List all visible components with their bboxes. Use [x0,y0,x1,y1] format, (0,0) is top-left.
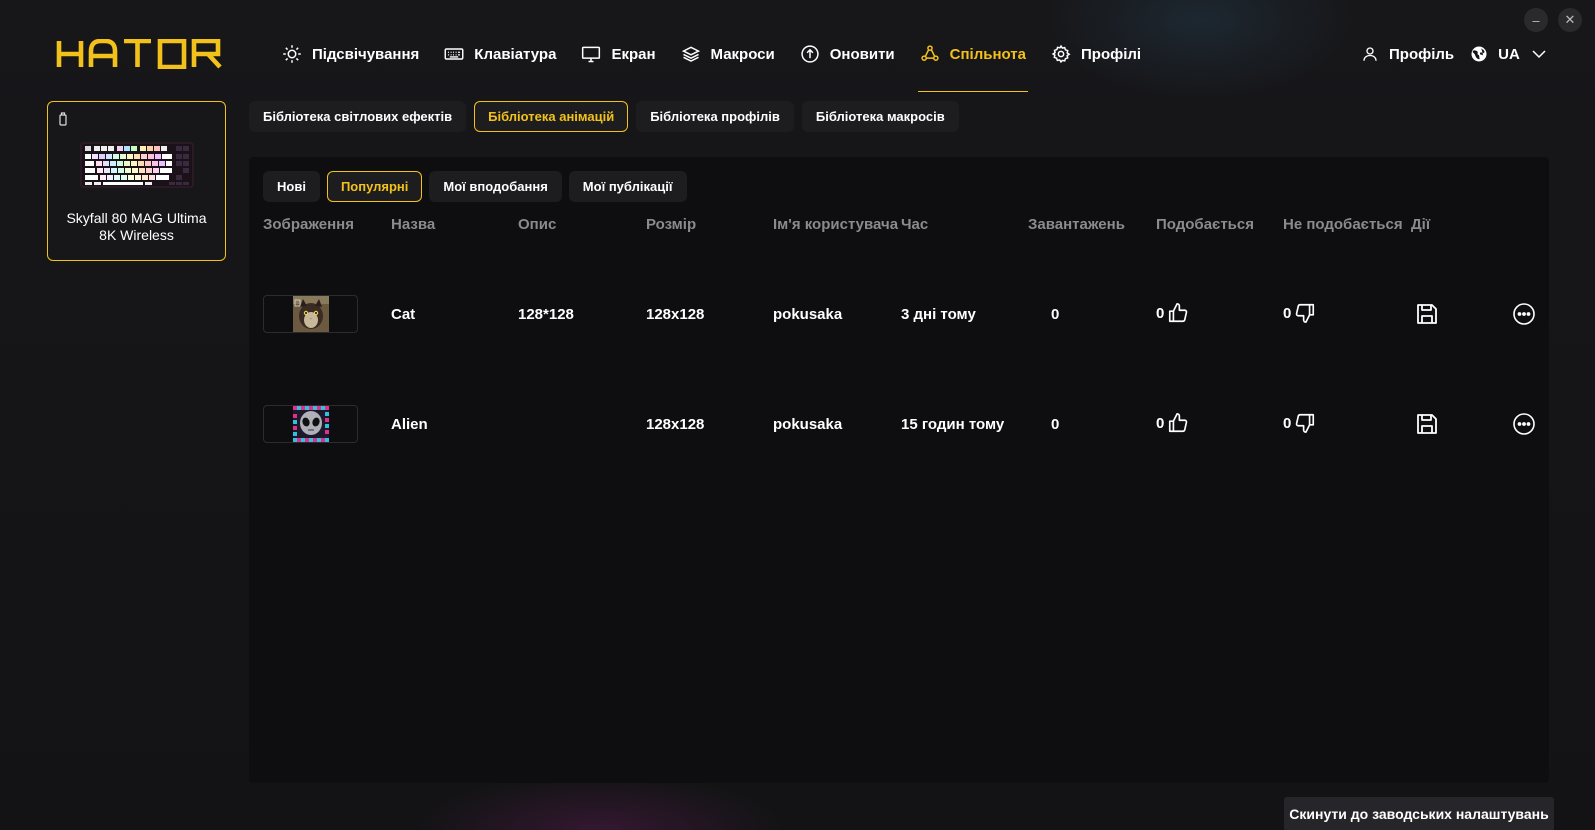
filter-tabs: Нові Популярні Мої вподобання Мої публік… [263,171,687,202]
monitor-icon [582,46,601,63]
device-card[interactable]: Skyfall 80 MAG Ultima 8K Wireless [47,101,226,261]
nav-lighting[interactable]: Підсвічування [282,40,419,92]
tab-animation-library[interactable]: Бібліотека анімацій [474,101,629,132]
minimize-button[interactable]: – [1524,8,1548,32]
like-button[interactable]: 0 [1156,302,1189,324]
nav-community[interactable]: Спільнота [917,40,1029,92]
more-options-icon[interactable] [1512,412,1536,436]
thumbs-up-icon [1169,413,1188,433]
profile-button[interactable]: Профіль [1361,45,1454,63]
usb-dongle-icon [59,112,67,126]
animation-user: pokusaka [773,306,843,323]
animation-thumbnail [263,405,358,443]
col-size: Розмір [646,216,697,233]
thumbs-down-icon [1296,303,1315,323]
nav-keyboard-label: Клавіатура [474,46,557,63]
dislikes-count: 0 [1283,414,1292,432]
animation-user: pokusaka [773,416,843,433]
col-username: Ім'я користувача [773,216,899,233]
animation-time: 3 дні тому [901,306,976,323]
reset-factory-button[interactable]: Скинути до заводських налаштувань [1284,797,1554,830]
like-button[interactable]: 0 [1156,412,1189,434]
col-downloads: Завантажень [1028,216,1125,233]
sun-icon [283,45,301,63]
gear-icon [1051,44,1071,64]
col-dislikes: Не подобається [1283,216,1403,233]
tab-lighting-library[interactable]: Бібліотека світлових ефектів [249,101,467,132]
animation-size: 128x128 [646,306,705,323]
nav-profiles[interactable]: Профілі [1051,40,1141,92]
filter-my-publications[interactable]: Мої публікації [568,171,687,202]
col-likes: Подобається [1156,216,1254,233]
app-window: – ✕ Підсвічування Клавіатура Екран Макро… [0,0,1595,830]
col-description: Опис [518,216,557,233]
tab-macro-library[interactable]: Бібліотека макросів [801,101,959,132]
keyboard-icon [444,48,464,60]
animation-downloads: 0 [1051,306,1060,323]
animation-name: Alien [391,416,428,433]
nav-profiles-label: Профілі [1081,46,1142,63]
cat-image [292,296,329,332]
col-time: Час [901,216,929,233]
save-icon[interactable] [1415,302,1439,326]
user-icon [1363,47,1377,61]
device-name: Skyfall 80 MAG Ultima 8K Wireless [66,210,207,243]
filter-popular[interactable]: Популярні [326,171,423,202]
header-right: Профіль UA [1361,45,1548,63]
nav-community-label: Спільнота [949,46,1026,63]
hator-logo [56,39,222,69]
nav-update-label: Оновити [829,46,895,63]
library-panel: Нові Популярні Мої вподобання Мої публік… [249,157,1549,783]
nav-screen[interactable]: Екран [581,40,656,92]
upload-circle-icon [801,45,819,63]
save-icon[interactable] [1415,412,1439,436]
filter-new[interactable]: Нові [263,171,320,202]
likes-count: 0 [1156,414,1165,432]
dislike-button[interactable]: 0 [1283,302,1316,324]
alien-image [292,406,329,442]
animation-downloads: 0 [1051,416,1060,433]
nav-macros-label: Макроси [710,46,775,63]
dislikes-count: 0 [1283,304,1292,322]
col-actions: Дії [1411,216,1431,233]
main-nav: Підсвічування Клавіатура Екран Макроси О… [282,40,1166,92]
dislike-button[interactable]: 0 [1283,412,1316,434]
keyboard-image [79,142,194,188]
more-options-icon[interactable] [1512,302,1536,326]
layers-icon [681,46,700,62]
col-name: Назва [391,216,436,233]
table-row[interactable]: Cat 128*128 128x128 pokusaka 3 дні тому … [249,295,1549,335]
nav-screen-label: Екран [611,46,656,63]
table-header: Зображення Назва Опис Розмір Ім'я корист… [263,216,1543,236]
globe-icon [1471,46,1487,62]
thumbs-up-icon [1169,303,1188,323]
profile-label: Профіль [1389,45,1455,63]
nav-lighting-label: Підсвічування [312,46,420,63]
likes-count: 0 [1156,304,1165,322]
close-button[interactable]: ✕ [1558,8,1582,32]
animation-name: Cat [391,306,416,323]
nav-macros[interactable]: Макроси [681,40,775,92]
animation-thumbnail [263,295,358,333]
thumbs-down-icon [1296,413,1315,433]
animation-time: 15 годин тому [901,416,1005,433]
language-selector[interactable]: UA [1470,45,1548,63]
community-icon [920,45,939,62]
nav-update[interactable]: Оновити [800,40,895,92]
table-row[interactable]: Alien 128x128 pokusaka 15 годин тому 0 0… [249,405,1549,445]
col-image: Зображення [263,216,354,233]
nav-keyboard[interactable]: Клавіатура [444,40,556,92]
chevron-down-icon [1532,50,1546,59]
animation-size: 128x128 [646,416,705,433]
animation-description: 128*128 [518,306,574,323]
language-label: UA [1498,45,1520,63]
tab-profile-library[interactable]: Бібліотека профілів [636,101,794,132]
filter-my-likes[interactable]: Мої вподобання [429,171,562,202]
library-tabs: Бібліотека світлових ефектів Бібліотека … [249,101,959,132]
